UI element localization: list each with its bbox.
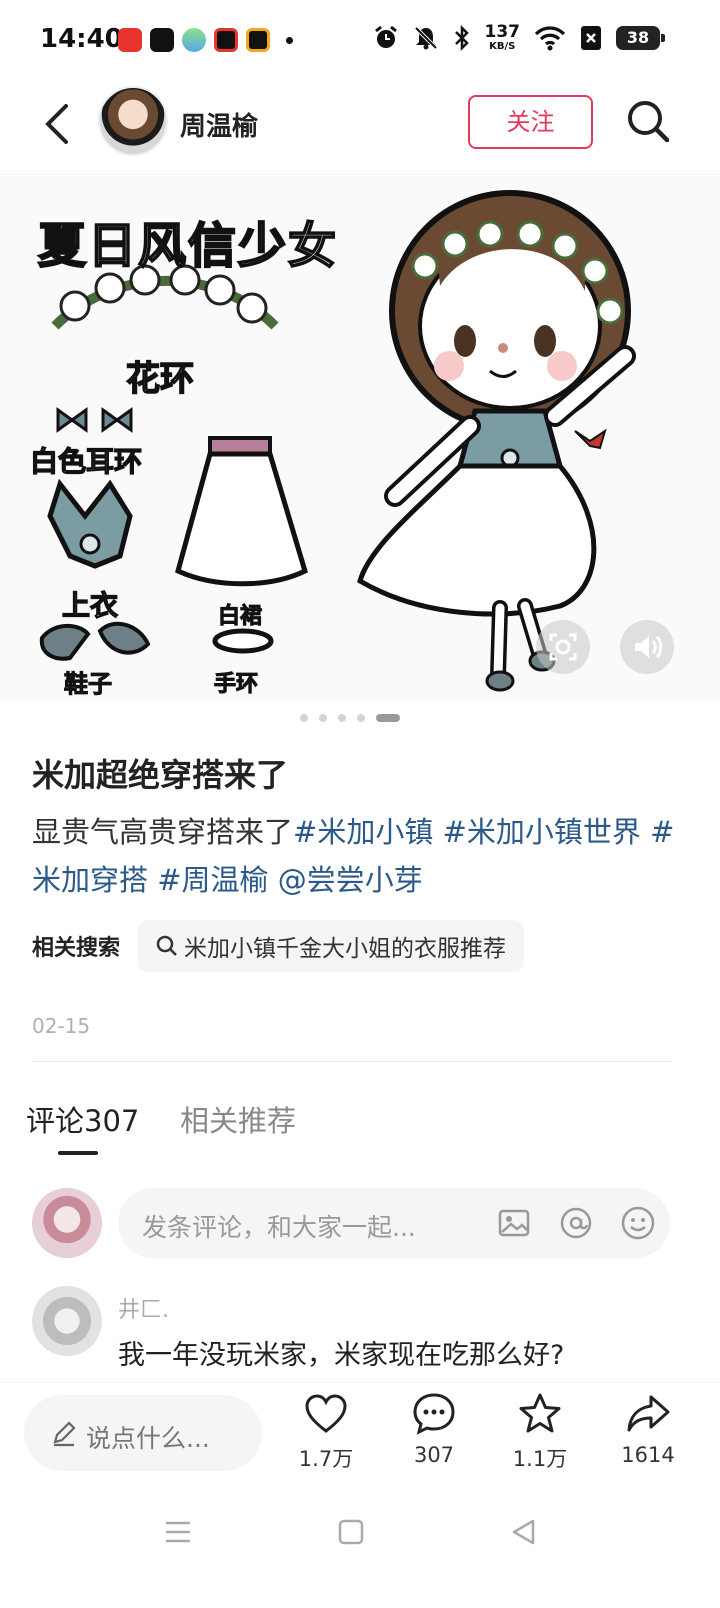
page-dot	[357, 714, 365, 722]
shoes-label: 鞋子	[64, 670, 113, 699]
follow-button[interactable]: 关注	[468, 95, 593, 149]
comment-bubble-icon	[413, 1393, 455, 1435]
chevron-left-icon	[45, 104, 68, 144]
orange-app-icon	[246, 28, 270, 52]
commenter-avatar[interactable]	[32, 1286, 102, 1356]
mention-link[interactable]: @尝尝小芽	[278, 863, 423, 897]
home-icon[interactable]	[331, 1512, 371, 1552]
author-avatar[interactable]	[98, 86, 168, 156]
skirt-label: 白裙	[217, 604, 263, 630]
tab-active-indicator	[58, 1151, 98, 1155]
wreath-label: 花环	[125, 358, 195, 400]
droplet-app-icon	[182, 28, 206, 52]
divider	[32, 1061, 672, 1062]
comment-input-placeholder: 发条评论，和大家一起...	[142, 1213, 416, 1242]
commenter-name[interactable]: 井匚.	[118, 1292, 169, 1324]
like-button[interactable]: 1.7万	[286, 1391, 366, 1473]
back-button[interactable]	[34, 102, 78, 146]
related-search-label: 相关搜索	[32, 936, 121, 961]
like-count: 1.7万	[298, 1447, 354, 1471]
back-triangle-icon[interactable]	[504, 1512, 544, 1552]
battery-indicator: 38	[616, 26, 665, 50]
post-body-text: 显贵气高贵穿搭来了	[32, 815, 294, 849]
page-dot-active	[376, 714, 400, 722]
notification-icons	[118, 28, 293, 52]
wifi-icon	[534, 26, 566, 51]
at-mention-icon[interactable]	[558, 1205, 594, 1241]
post-title: 米加超绝穿搭来了	[32, 756, 289, 794]
share-arrow-icon	[627, 1395, 670, 1432]
page-dot	[300, 714, 308, 722]
page-dot	[319, 714, 327, 722]
hashtag-link[interactable]: #米加小镇世界	[443, 815, 641, 849]
related-search-chip[interactable]: 米加小镇千金大小姐的衣服推荐	[138, 920, 525, 972]
scan-icon	[549, 633, 577, 661]
heart-icon	[305, 1394, 347, 1433]
my-avatar	[32, 1188, 102, 1258]
carousel-indicator	[0, 714, 700, 722]
sim-off-icon	[581, 26, 601, 50]
tab-related[interactable]: 相关推荐	[180, 1098, 296, 1140]
sound-button[interactable]	[620, 620, 674, 674]
share-button[interactable]: 1614	[608, 1391, 688, 1467]
alarm-icon	[374, 25, 397, 48]
post-body: 显贵气高贵穿搭来了#米加小镇 #米加小镇世界 #米加穿搭 #周温榆 @尝尝小芽	[32, 808, 692, 904]
image-carousel[interactable]: 夏日风信少女 花环 白色耳环 上衣 鞋子 白裙 手环	[0, 176, 720, 700]
image-scan-button[interactable]	[536, 620, 590, 674]
author-name[interactable]: 周温榆	[180, 106, 258, 143]
comment-text: 我一年没玩米家，米家现在吃那么好?	[118, 1340, 565, 1371]
post-header: 周温榆 关注	[0, 80, 720, 175]
speaker-icon	[635, 635, 663, 659]
mute-icon	[414, 26, 437, 50]
say-something-placeholder: 说点什么...	[86, 1424, 210, 1453]
search-button[interactable]	[624, 98, 672, 146]
search-icon	[628, 101, 670, 143]
related-search-query: 米加小镇千金大小姐的衣服推荐	[184, 936, 507, 962]
top-label: 上衣	[61, 588, 119, 622]
net-speed: 137 KB/S	[484, 22, 521, 53]
share-count: 1614	[621, 1443, 675, 1467]
pencil-icon	[53, 1421, 76, 1447]
emoji-icon[interactable]	[620, 1205, 656, 1241]
hashtag-link[interactable]: #米加小镇	[293, 815, 433, 849]
capcut-app-icon	[150, 28, 174, 52]
bracelet-label: 手环	[213, 672, 259, 698]
more-notifications-dot	[286, 36, 293, 44]
page-dot	[338, 714, 346, 722]
earring-label: 白色耳环	[29, 444, 143, 478]
star-icon	[519, 1393, 561, 1433]
say-something-input[interactable]: 说点什么...	[24, 1395, 262, 1471]
media-title-text: 夏日风信少女	[37, 217, 339, 275]
system-navigation-bar	[0, 1492, 720, 1608]
favorite-count: 1.1万	[512, 1447, 568, 1471]
bottom-action-bar: 说点什么... 1.7万 307 1.1万 1614	[0, 1382, 720, 1492]
status-right: 137 KB/S 38	[373, 22, 665, 53]
comment-input[interactable]: 发条评论，和大家一起...	[118, 1188, 670, 1258]
status-bar: 14:40 137 KB/S 38	[0, 0, 720, 80]
video-app-icon	[118, 28, 142, 52]
tab-comments[interactable]: 评论307	[26, 1098, 139, 1140]
search-icon	[156, 935, 177, 956]
post-date: 02-15	[32, 1014, 91, 1038]
menu-icon[interactable]	[158, 1512, 198, 1552]
comment-count: 307	[413, 1443, 455, 1467]
status-time: 14:40	[40, 24, 123, 54]
image-icon[interactable]	[496, 1205, 532, 1241]
hashtag-link[interactable]: #周温榆	[157, 863, 268, 897]
related-search: 相关搜索 米加小镇千金大小姐的衣服推荐	[32, 920, 525, 972]
favorite-button[interactable]: 1.1万	[500, 1391, 580, 1473]
comment-button[interactable]: 307	[394, 1391, 474, 1467]
camera-app-icon	[214, 28, 238, 52]
bluetooth-icon	[454, 25, 469, 51]
